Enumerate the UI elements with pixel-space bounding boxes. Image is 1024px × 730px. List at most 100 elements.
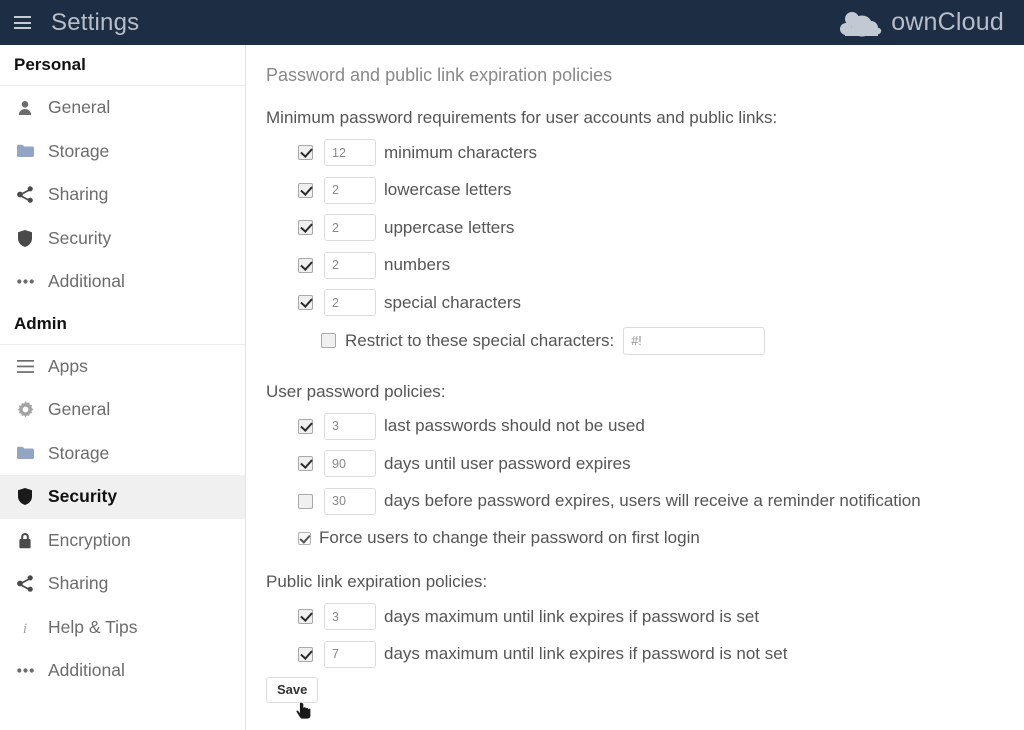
hamburger-icon: [14, 16, 31, 29]
user-icon: [14, 97, 36, 119]
sidebar-item-label: Security: [48, 486, 118, 506]
ellipsis-icon: [14, 271, 36, 293]
password-requirements-label: Minimum password requirements for user a…: [266, 108, 778, 127]
brand-name: ownCloud: [891, 8, 1004, 36]
sidebar-item-admin-security[interactable]: Security: [0, 475, 245, 519]
policy-row-last-passwords: last passwords should not be used: [266, 408, 1024, 446]
sidebar-item-label: General: [48, 97, 111, 117]
policy-label: numbers: [384, 255, 451, 275]
sidebar-item-admin-encryption[interactable]: Encryption: [0, 519, 245, 563]
policy-label: lowercase letters: [384, 180, 512, 200]
checkbox-reminder-notification[interactable]: [298, 493, 313, 509]
menu-toggle-button[interactable]: [0, 0, 45, 45]
policy-row-link-expires-password-not-set: days maximum until link expires if passw…: [266, 636, 1024, 674]
sidebar-item-label: Additional: [48, 660, 125, 680]
checkbox-force-change-password[interactable]: [298, 531, 311, 545]
shield-icon: [14, 227, 36, 249]
policy-label: minimum characters: [384, 142, 538, 162]
ellipsis-icon: [14, 660, 36, 682]
checkbox-days-until-expire[interactable]: [298, 456, 313, 472]
input-reminder-notification[interactable]: [324, 487, 376, 515]
input-lowercase-letters[interactable]: [324, 176, 376, 204]
owncloud-cloud-logo: [840, 11, 882, 36]
sidebar-item-label: Sharing: [48, 184, 109, 204]
policy-row-reminder-notification: days before password expires, users will…: [266, 483, 1024, 521]
policy-label: days before password expires, users will…: [384, 491, 921, 511]
checkbox-link-expires-password-not-set[interactable]: [298, 646, 313, 662]
checkbox-last-passwords[interactable]: [298, 418, 313, 434]
sidebar-item-label: Help & Tips: [48, 616, 138, 637]
policy-row-numbers: numbers: [266, 247, 1024, 285]
policy-label: days until user password expires: [384, 453, 631, 473]
policy-label: uppercase letters: [384, 217, 515, 237]
share-icon: [14, 573, 36, 595]
public-link-policies-label: Public link expiration policies:: [266, 572, 488, 591]
sidebar-item-label: Sharing: [48, 573, 109, 593]
input-days-until-expire[interactable]: [324, 450, 376, 478]
policy-label: days maximum until link expires if passw…: [384, 644, 788, 664]
sidebar-heading-admin: Admin: [0, 304, 245, 345]
policy-row-restrict-special-characters: Restrict to these special characters:: [266, 322, 1024, 360]
sidebar-item-label: General: [48, 399, 111, 419]
sidebar-item-label: Apps: [48, 355, 88, 376]
folder-icon: [14, 140, 36, 162]
list-icon: [14, 355, 36, 377]
sidebar-item-admin-additional[interactable]: Additional: [0, 649, 245, 693]
checkbox-numbers[interactable]: [298, 257, 313, 273]
sidebar: Personal General Storage Sharing Securit…: [0, 45, 246, 730]
sidebar-item-personal-additional[interactable]: Additional: [0, 260, 245, 304]
input-uppercase-letters[interactable]: [324, 214, 376, 242]
sidebar-item-admin-storage[interactable]: Storage: [0, 432, 245, 476]
settings-content: Password and public link expiration poli…: [247, 45, 1024, 730]
policy-row-uppercase-letters: uppercase letters: [266, 209, 1024, 247]
sidebar-item-admin-general[interactable]: General: [0, 388, 245, 432]
checkbox-restrict-special-characters[interactable]: [321, 333, 336, 348]
sidebar-heading-personal: Personal: [0, 45, 245, 86]
sidebar-item-label: Encryption: [48, 529, 131, 550]
policy-row-special-characters: special characters: [266, 284, 1024, 322]
policy-row-link-expires-password-set: days maximum until link expires if passw…: [266, 598, 1024, 636]
svg-text:i: i: [22, 621, 26, 636]
input-minimum-characters[interactable]: [324, 139, 376, 167]
input-link-expires-password-set[interactable]: [324, 603, 376, 631]
input-special-characters[interactable]: [324, 289, 376, 317]
policy-row-force-change-password: Force users to change their password on …: [266, 520, 1024, 556]
lock-icon: [14, 529, 36, 551]
sidebar-item-admin-help-and-tips[interactable]: i Help & Tips: [0, 606, 245, 650]
input-last-passwords[interactable]: [324, 412, 376, 440]
policy-label: special characters: [384, 292, 522, 312]
checkbox-special-characters[interactable]: [298, 295, 313, 311]
save-row: Save: [266, 673, 1024, 703]
sidebar-item-admin-apps[interactable]: Apps: [0, 345, 245, 389]
shield-icon: [14, 486, 36, 508]
checkbox-lowercase-letters[interactable]: [298, 182, 313, 198]
input-numbers[interactable]: [324, 251, 376, 279]
info-icon: i: [14, 616, 36, 638]
policy-row-days-until-expire: days until user password expires: [266, 445, 1024, 483]
input-restrict-special-characters[interactable]: [623, 326, 766, 355]
share-icon: [14, 184, 36, 206]
policy-row-lowercase-letters: lowercase letters: [266, 172, 1024, 210]
sidebar-item-personal-sharing[interactable]: Sharing: [0, 173, 245, 217]
checkbox-minimum-characters[interactable]: [298, 145, 313, 161]
app-header: Settings ownCloud: [0, 0, 1024, 45]
brand[interactable]: ownCloud: [838, 0, 1004, 45]
page-title: Settings: [51, 9, 140, 36]
sidebar-item-label: Additional: [48, 271, 125, 291]
policy-row-minimum-characters: minimum characters: [266, 134, 1024, 172]
gear-icon: [14, 399, 36, 421]
policy-label: Restrict to these special characters:: [345, 330, 615, 350]
sidebar-item-label: Storage: [48, 442, 110, 463]
input-link-expires-password-not-set[interactable]: [324, 640, 376, 668]
checkbox-link-expires-password-set[interactable]: [298, 609, 313, 625]
sidebar-item-admin-sharing[interactable]: Sharing: [0, 562, 245, 606]
folder-icon: [14, 442, 36, 464]
section-title: Password and public link expiration poli…: [266, 65, 613, 85]
save-button[interactable]: Save: [266, 677, 319, 703]
sidebar-item-personal-storage[interactable]: Storage: [0, 130, 245, 174]
user-password-policies-label: User password policies:: [266, 381, 446, 401]
sidebar-item-personal-general[interactable]: General: [0, 86, 245, 130]
sidebar-item-label: Storage: [48, 140, 110, 161]
sidebar-item-personal-security[interactable]: Security: [0, 217, 245, 261]
checkbox-uppercase-letters[interactable]: [298, 220, 313, 236]
